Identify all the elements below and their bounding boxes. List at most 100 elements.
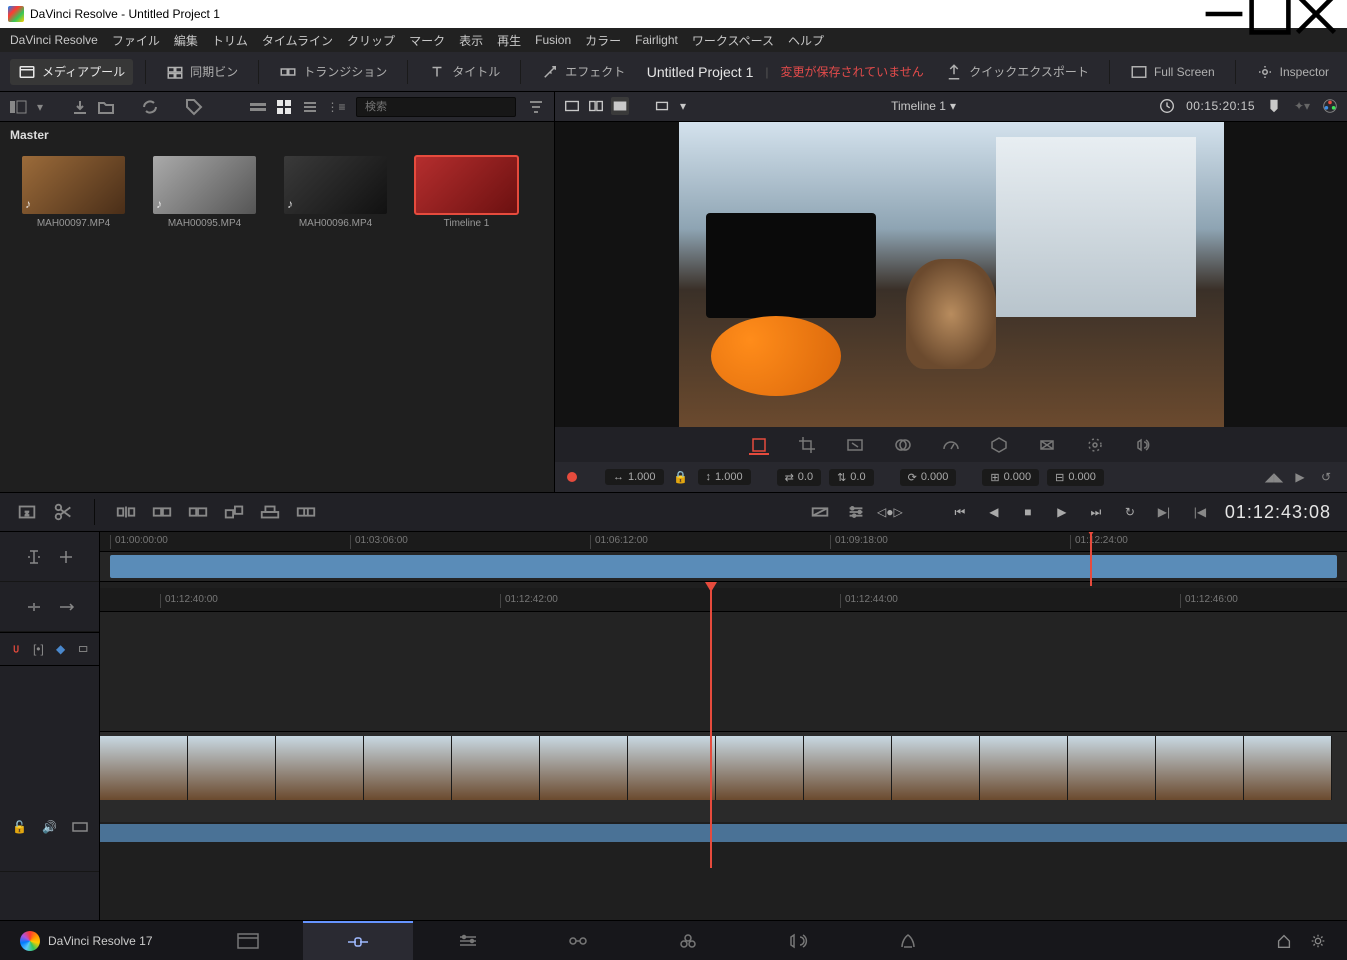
empty-track[interactable] <box>100 612 1347 732</box>
filter-icon[interactable] <box>526 97 546 117</box>
clip-item[interactable]: ♪ MAH00097.MP4 <box>22 156 125 229</box>
audio-track[interactable] <box>100 824 1347 842</box>
home-icon[interactable] <box>1275 932 1293 950</box>
flip-icon[interactable]: ◢◣ <box>1265 468 1283 486</box>
lock-icon[interactable]: 🔓 <box>10 817 30 837</box>
boring-icon[interactable]: z <box>16 501 38 523</box>
viewer-mode1-icon[interactable] <box>563 97 581 115</box>
dynamiczoom-icon[interactable] <box>845 435 865 455</box>
viewer-mode3-icon[interactable] <box>611 97 629 115</box>
tag-icon[interactable] <box>184 97 204 117</box>
clip-item[interactable]: ♪ MAH00096.MP4 <box>284 156 387 229</box>
video-track[interactable] <box>100 732 1347 822</box>
sort-icon[interactable]: ⋮≡ <box>326 97 346 117</box>
stabilize-icon[interactable] <box>989 435 1009 455</box>
zoom-x[interactable]: ↔ 1.000 <box>605 469 664 485</box>
marker-add-icon[interactable]: [•] <box>32 640 44 658</box>
append-icon[interactable] <box>151 501 173 523</box>
page-media[interactable] <box>193 921 303 960</box>
page-fusion[interactable] <box>523 921 633 960</box>
crop-icon[interactable] <box>797 435 817 455</box>
page-fairlight[interactable] <box>743 921 853 960</box>
video-toggle-icon[interactable] <box>70 817 90 837</box>
menu-fusion[interactable]: Fusion <box>535 33 571 47</box>
speed-icon[interactable] <box>941 435 961 455</box>
viewer-canvas[interactable] <box>555 122 1347 427</box>
ruler-upper[interactable]: 01:00:00:00 01:03:06:00 01:06:12:00 01:0… <box>100 532 1347 552</box>
page-cut[interactable] <box>303 921 413 960</box>
placeontop-icon[interactable] <box>259 501 281 523</box>
chevron-down-icon[interactable]: ▾ <box>34 97 46 117</box>
pool-layout-icon[interactable] <box>8 97 28 117</box>
composite-icon[interactable] <box>893 435 913 455</box>
cut-icon[interactable] <box>52 501 74 523</box>
record-indicator[interactable] <box>567 472 577 482</box>
menu-workspace[interactable]: ワークスペース <box>692 32 774 49</box>
menu-color[interactable]: カラー <box>585 32 621 49</box>
chevron-down-icon[interactable]: ▾ <box>677 97 689 115</box>
color-icon[interactable] <box>1321 97 1339 115</box>
marker-icon[interactable] <box>1265 97 1283 115</box>
color-icon[interactable] <box>1085 435 1105 455</box>
clip-item[interactable]: ♪ MAH00095.MP4 <box>153 156 256 229</box>
tl-mode-b-icon[interactable] <box>56 547 76 567</box>
minimize-button[interactable] <box>1201 0 1247 28</box>
loop-icon[interactable]: ↻ <box>1121 503 1139 521</box>
menu-view[interactable]: 表示 <box>459 32 483 49</box>
pos-y[interactable]: ⇅ 0.0 <box>829 469 874 486</box>
clip-item-selected[interactable]: Timeline 1 <box>415 156 518 229</box>
page-color[interactable] <box>633 921 743 960</box>
overview-track[interactable]: 1 <box>100 552 1347 582</box>
first-icon[interactable]: ⏮ <box>951 503 969 521</box>
clock-icon[interactable] <box>1158 97 1176 115</box>
tl-mode-a-icon[interactable] <box>24 547 44 567</box>
folder-icon[interactable] <box>96 97 116 117</box>
maximize-button[interactable] <box>1247 0 1293 28</box>
audio-icon[interactable] <box>1133 435 1153 455</box>
master-bin-label[interactable]: Master <box>0 122 554 148</box>
goto-start-icon[interactable]: |◀ <box>1189 501 1211 523</box>
menu-fairlight[interactable]: Fairlight <box>635 33 678 47</box>
page-deliver[interactable] <box>853 921 963 960</box>
pos-x[interactable]: ⇄ 0.0 <box>777 469 822 486</box>
smartinsert-icon[interactable] <box>115 501 137 523</box>
quickexport-button[interactable]: クイックエクスポート <box>937 59 1097 85</box>
menu-mark[interactable]: マーク <box>409 32 445 49</box>
view-filmstrip-icon[interactable] <box>248 97 268 117</box>
tl-insert-icon[interactable] <box>24 597 44 617</box>
anchor-y[interactable]: ⊟ 0.000 <box>1047 469 1104 486</box>
snap-icon[interactable] <box>10 640 22 658</box>
bypass-icon[interactable]: ✦▾ <box>1293 97 1311 115</box>
settings-icon[interactable] <box>1309 932 1327 950</box>
sync-icon[interactable] <box>140 97 160 117</box>
menu-clip[interactable]: クリップ <box>347 32 395 49</box>
menu-davinci[interactable]: DaVinci Resolve <box>10 33 98 47</box>
viewer-overlay-icon[interactable] <box>653 97 671 115</box>
closeup-icon[interactable] <box>223 501 245 523</box>
app-logo[interactable]: DaVinci Resolve 17 <box>20 931 153 951</box>
lock-icon[interactable]: 🔒 <box>672 468 690 486</box>
transform-icon[interactable] <box>749 435 769 455</box>
tl-overwrite-icon[interactable] <box>56 597 76 617</box>
flag-icon[interactable]: ◆ <box>55 640 67 658</box>
ruler-lower[interactable]: 01:12:40:00 01:12:42:00 01:12:44:00 01:1… <box>100 588 1347 612</box>
audio-toggle-icon[interactable]: 🔊 <box>40 817 60 837</box>
dissolve-icon[interactable] <box>809 501 831 523</box>
timeline-tracks[interactable]: 01:00:00:00 01:03:06:00 01:06:12:00 01:0… <box>100 532 1347 932</box>
stop-icon[interactable]: ■ <box>1019 503 1037 521</box>
timeline-name-dropdown[interactable]: Timeline 1 ▾ <box>891 99 956 113</box>
view-thumb-icon[interactable] <box>274 97 294 117</box>
goto-end-icon[interactable]: ▶| <box>1153 501 1175 523</box>
playhead-lower[interactable] <box>710 588 712 868</box>
markin-icon[interactable]: ◁●▷ <box>881 503 899 521</box>
playhead-upper[interactable] <box>1090 532 1092 586</box>
menu-timeline[interactable]: タイムライン <box>262 32 333 49</box>
lens-icon[interactable] <box>1037 435 1057 455</box>
play-icon[interactable]: ▶ <box>1291 468 1309 486</box>
search-input[interactable] <box>356 97 516 117</box>
transition-button[interactable]: トランジション <box>271 59 395 85</box>
zoom-y[interactable]: ↕ 1.000 <box>698 469 751 485</box>
view-opts-icon[interactable] <box>77 640 89 658</box>
prev-icon[interactable]: ◀ <box>985 503 1003 521</box>
menu-trim[interactable]: トリム <box>212 32 248 49</box>
